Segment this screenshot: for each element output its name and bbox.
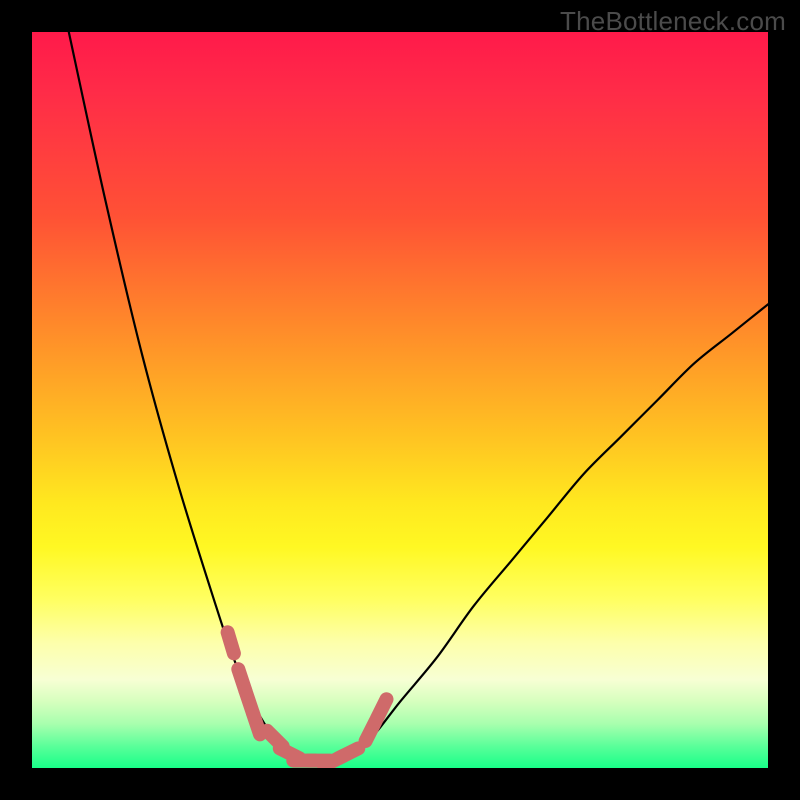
curve-path [69, 32, 768, 761]
marker-dot [253, 713, 260, 734]
marker-dot [377, 699, 387, 719]
chart-frame: TheBottleneck.com [0, 0, 800, 800]
plot-area [32, 32, 768, 768]
marker-dot [339, 748, 359, 758]
curve-path-group [69, 32, 768, 761]
marker-group [228, 632, 387, 765]
marker-dot [228, 632, 234, 653]
bottleneck-curve [32, 32, 768, 768]
